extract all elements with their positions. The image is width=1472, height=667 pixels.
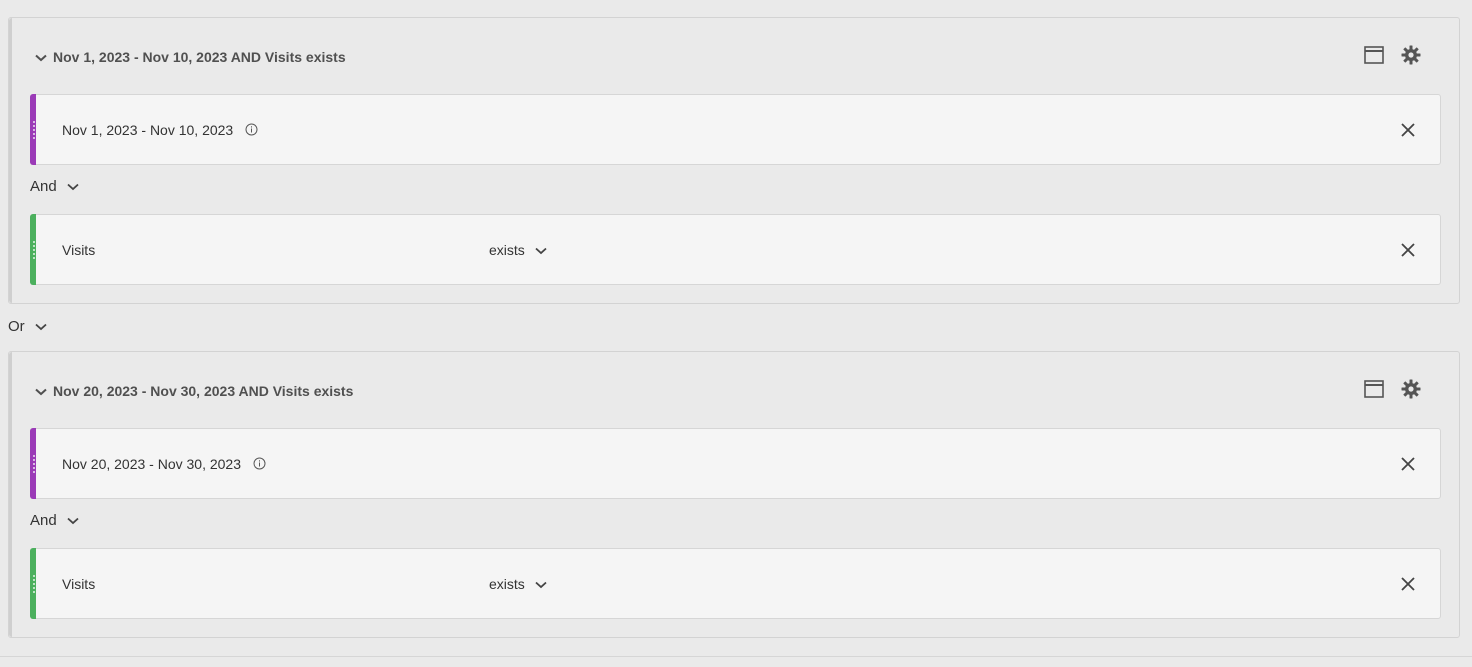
rule-label: Visits	[62, 241, 96, 258]
grip-icon[interactable]	[32, 120, 36, 139]
remove-rule-icon[interactable]	[1400, 122, 1416, 138]
info-icon[interactable]	[245, 123, 258, 136]
gear-icon[interactable]	[1401, 45, 1421, 65]
metric-rule[interactable]: Visits exists	[30, 548, 1441, 619]
chevron-down-icon[interactable]	[535, 242, 547, 258]
remove-rule-icon[interactable]	[1400, 456, 1416, 472]
container-header[interactable]: Nov 20, 2023 - Nov 30, 2023 AND Visits e…	[35, 380, 353, 402]
chevron-down-icon[interactable]	[67, 512, 79, 529]
chevron-down-icon[interactable]	[35, 383, 47, 399]
date-range-rule[interactable]: Nov 1, 2023 - Nov 10, 2023	[30, 94, 1441, 165]
connector-label: And	[30, 512, 57, 529]
connector-label: Or	[8, 318, 25, 335]
date-range-rule[interactable]: Nov 20, 2023 - Nov 30, 2023	[30, 428, 1441, 499]
or-connector[interactable]: Or	[8, 318, 47, 335]
and-connector[interactable]: And	[30, 178, 79, 195]
window-icon[interactable]	[1364, 380, 1384, 398]
info-icon[interactable]	[253, 457, 266, 470]
operator-dropdown[interactable]: exists	[489, 549, 547, 618]
segment-container-1: Nov 1, 2023 - Nov 10, 2023 AND Visits ex…	[8, 17, 1460, 304]
window-icon[interactable]	[1364, 46, 1384, 64]
container-title: Nov 20, 2023 - Nov 30, 2023 AND Visits e…	[53, 383, 354, 399]
grip-icon[interactable]	[32, 454, 36, 473]
divider	[0, 656, 1472, 657]
grip-icon[interactable]	[32, 574, 36, 593]
chevron-down-icon[interactable]	[67, 178, 79, 195]
operator-label: exists	[489, 241, 525, 258]
metric-rule[interactable]: Visits exists	[30, 214, 1441, 285]
grip-icon[interactable]	[32, 240, 36, 259]
container-title: Nov 1, 2023 - Nov 10, 2023 AND Visits ex…	[53, 49, 346, 65]
operator-label: exists	[489, 575, 525, 592]
remove-rule-icon[interactable]	[1400, 242, 1416, 258]
container-header[interactable]: Nov 1, 2023 - Nov 10, 2023 AND Visits ex…	[35, 46, 346, 68]
rule-label: Nov 20, 2023 - Nov 30, 2023	[62, 455, 242, 472]
chevron-down-icon[interactable]	[35, 49, 47, 65]
segment-container-2: Nov 20, 2023 - Nov 30, 2023 AND Visits e…	[8, 351, 1460, 638]
chevron-down-icon[interactable]	[535, 576, 547, 592]
rule-label: Nov 1, 2023 - Nov 10, 2023	[62, 121, 234, 138]
remove-rule-icon[interactable]	[1400, 576, 1416, 592]
connector-label: And	[30, 178, 57, 195]
operator-dropdown[interactable]: exists	[489, 215, 547, 284]
and-connector[interactable]: And	[30, 512, 79, 529]
chevron-down-icon[interactable]	[35, 318, 47, 335]
gear-icon[interactable]	[1401, 379, 1421, 399]
rule-label: Visits	[62, 575, 96, 592]
